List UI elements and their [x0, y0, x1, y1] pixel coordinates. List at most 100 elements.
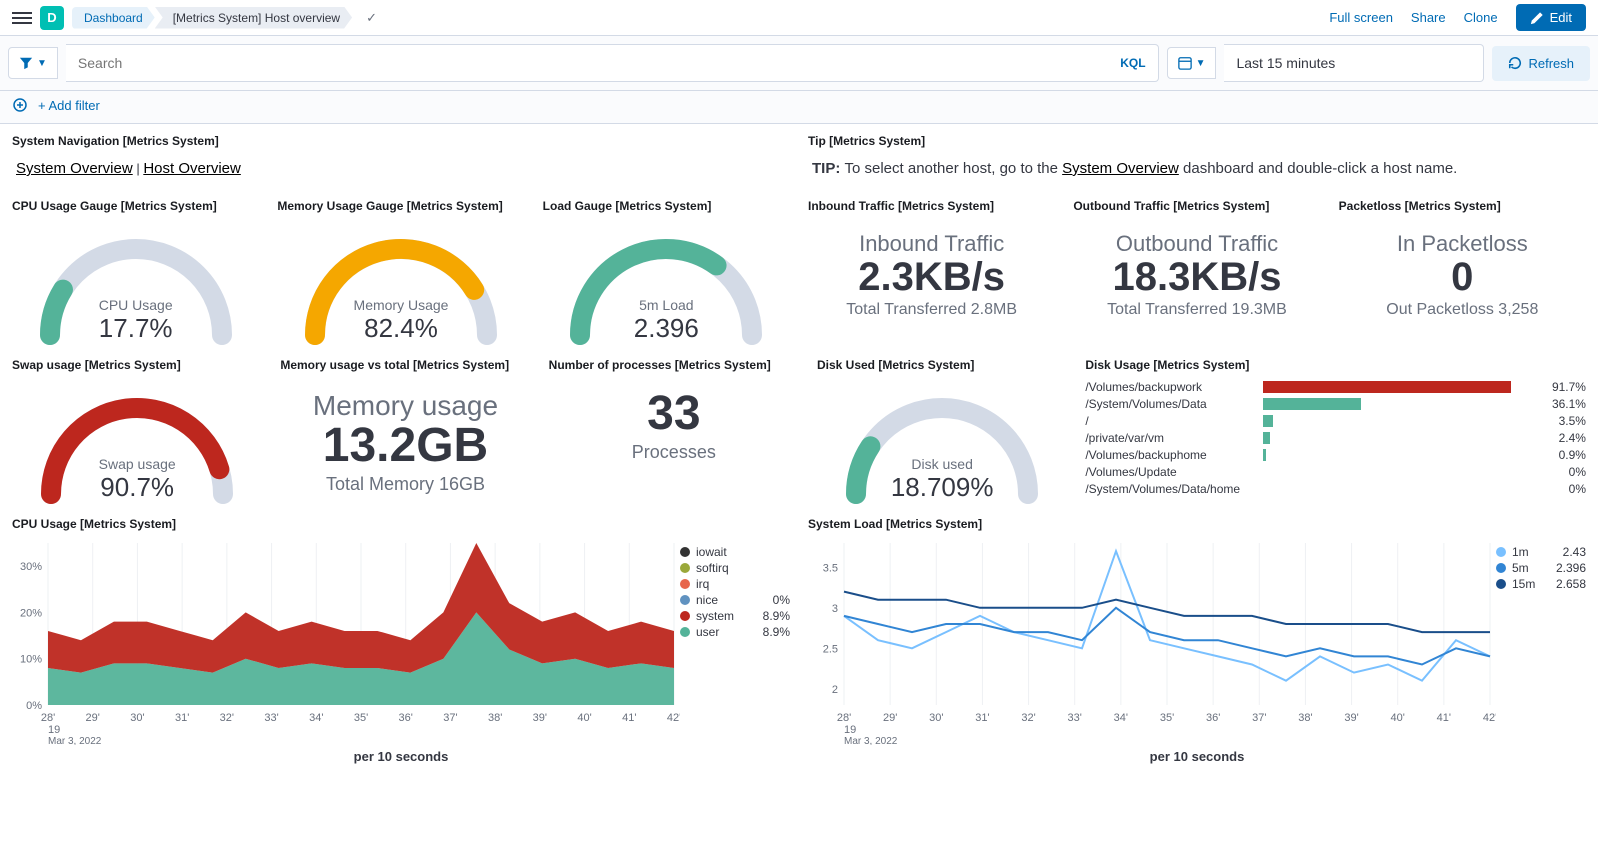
legend-item: user8.9%	[680, 625, 790, 639]
svg-text:42': 42'	[667, 712, 680, 724]
svg-text:29': 29'	[86, 712, 100, 724]
app-logo[interactable]: D	[40, 6, 64, 30]
refresh-label: Refresh	[1528, 56, 1574, 71]
panel-metric: Number of processes [Metrics System] 33 …	[543, 354, 805, 507]
panel-disk-usage: Disk Usage [Metrics System] /Volumes/bac…	[1079, 354, 1592, 507]
edit-button[interactable]: Edit	[1516, 4, 1586, 31]
full-screen-button[interactable]: Full screen	[1329, 10, 1393, 25]
panel-5m-load: Load Gauge [Metrics System] 5m Load 2.39…	[537, 195, 796, 348]
legend-item: 1m2.43	[1496, 545, 1586, 559]
date-picker-toggle[interactable]: ▼	[1167, 47, 1217, 79]
disk-row: /Volumes/Update 0%	[1085, 465, 1586, 479]
panel-title: Outbound Traffic [Metrics System]	[1073, 199, 1320, 213]
svg-text:19: 19	[48, 724, 60, 736]
disk-label: /Volumes/backuphome	[1085, 448, 1255, 462]
refresh-button[interactable]: Refresh	[1492, 46, 1590, 81]
panel-title: CPU Usage [Metrics System]	[12, 517, 790, 531]
svg-text:19: 19	[844, 724, 856, 736]
panel-outbound-traffic: Outbound Traffic [Metrics System] Outbou…	[1067, 195, 1326, 348]
disk-value: 3.5%	[1541, 414, 1586, 428]
add-filter-button[interactable]: + Add filter	[38, 98, 100, 113]
panel-title: Inbound Traffic [Metrics System]	[808, 199, 1055, 213]
disk-label: /System/Volumes/Data/home	[1085, 482, 1255, 496]
panel-title: Load Gauge [Metrics System]	[543, 199, 790, 213]
legend-dot	[680, 627, 690, 637]
panel-inbound-traffic: Inbound Traffic [Metrics System] Inbound…	[802, 195, 1061, 348]
breadcrumb: Dashboard [Metrics System] Host overview	[72, 7, 352, 29]
legend-name: iowait	[696, 545, 727, 559]
metric-sub: Total Transferred 19.3MB	[1073, 301, 1320, 319]
legend-value: 0%	[773, 593, 790, 607]
svg-text:3.5: 3.5	[823, 562, 838, 574]
panel-title: System Load [Metrics System]	[808, 517, 1586, 531]
svg-text:31': 31'	[975, 712, 989, 724]
svg-text:36': 36'	[1206, 712, 1220, 724]
panel-tip: Tip [Metrics System] TIP: To select anot…	[802, 130, 1592, 189]
svg-text:30': 30'	[929, 712, 943, 724]
svg-text:34': 34'	[309, 712, 323, 724]
axis-label: per 10 seconds	[808, 749, 1586, 764]
svg-text:28': 28'	[837, 712, 851, 724]
panel-title: System Navigation [Metrics System]	[12, 134, 790, 148]
legend-dot	[680, 547, 690, 557]
legend-item: iowait	[680, 545, 790, 559]
metric-value: 2.3KB/s	[808, 257, 1055, 297]
legend-item: softirq	[680, 561, 790, 575]
legend-name: system	[696, 609, 734, 623]
panel-cpu-usage: CPU Usage Gauge [Metrics System] CPU Usa…	[6, 195, 265, 348]
legend-dot	[1496, 547, 1506, 557]
link-system-overview-tip[interactable]: System Overview	[1062, 160, 1179, 177]
disk-row: /System/Volumes/Data/home 0%	[1085, 482, 1586, 496]
legend-item: 5m 2.396	[1496, 561, 1586, 575]
svg-text:3: 3	[832, 603, 838, 615]
search-input[interactable]	[66, 45, 1108, 81]
svg-text:10%: 10%	[20, 654, 42, 666]
disk-bar	[1263, 381, 1510, 393]
breadcrumb-dashboard[interactable]: Dashboard	[72, 7, 155, 29]
legend-value: 8.9%	[763, 609, 790, 623]
load-chart: 28'29'30'31'32'33'34'35'36'37'38'39'40'4…	[808, 535, 1496, 745]
panel-title: Memory usage vs total [Metrics System]	[280, 358, 530, 372]
svg-text:20%: 20%	[20, 607, 42, 619]
disk-value: 0.9%	[1541, 448, 1586, 462]
share-button[interactable]: Share	[1411, 10, 1446, 25]
metric-value: 13.2GB	[280, 422, 530, 470]
refresh-icon	[1508, 56, 1522, 70]
svg-text:35': 35'	[354, 712, 368, 724]
svg-text:2: 2	[832, 684, 838, 696]
panel-disk-used: Disk Used [Metrics System] Disk used 18.…	[811, 354, 1073, 507]
link-system-overview[interactable]: System Overview	[16, 160, 133, 177]
breadcrumb-current[interactable]: [Metrics System] Host overview	[155, 7, 352, 29]
clone-button[interactable]: Clone	[1464, 10, 1498, 25]
panel-memory-usage: Memory usage vs total [Metrics System] M…	[274, 354, 536, 507]
legend-name: softirq	[696, 561, 729, 575]
svg-text:28': 28'	[41, 712, 55, 724]
legend-value: 2.396	[1556, 561, 1586, 575]
cpu-chart: 28'29'30'31'32'33'34'35'36'37'38'39'40'4…	[12, 535, 680, 745]
panel-memory-usage: Memory Usage Gauge [Metrics System] Memo…	[271, 195, 530, 348]
disk-row: / 3.5%	[1085, 414, 1586, 428]
query-language-toggle[interactable]: ▼	[8, 47, 58, 79]
metric-sub: Out Packetloss 3,258	[1339, 301, 1586, 319]
disk-bar	[1263, 398, 1360, 410]
svg-text:31': 31'	[175, 712, 189, 724]
legend-dot	[680, 563, 690, 573]
kql-toggle[interactable]: KQL	[1108, 56, 1157, 70]
legend-value: 2.658	[1556, 577, 1586, 591]
legend-name: nice	[696, 593, 718, 607]
menu-toggle[interactable]	[12, 9, 32, 27]
link-host-overview[interactable]: Host Overview	[143, 160, 241, 177]
legend-item: 15m2.658	[1496, 577, 1586, 591]
legend-name: 5m	[1512, 561, 1529, 575]
time-range[interactable]: Last 15 minutes	[1224, 44, 1484, 82]
svg-text:35': 35'	[1160, 712, 1174, 724]
filter-settings-icon[interactable]	[12, 97, 28, 113]
disk-row: /System/Volumes/Data 36.1%	[1085, 397, 1586, 411]
metric-value: 33	[549, 390, 799, 438]
legend-name: 1m	[1512, 545, 1529, 559]
svg-text:29': 29'	[883, 712, 897, 724]
panel-title: Memory Usage Gauge [Metrics System]	[277, 199, 524, 213]
panel-title: CPU Usage Gauge [Metrics System]	[12, 199, 259, 213]
metric-sub: Total Memory 16GB	[280, 474, 530, 495]
disk-value: 91.7%	[1541, 380, 1586, 394]
